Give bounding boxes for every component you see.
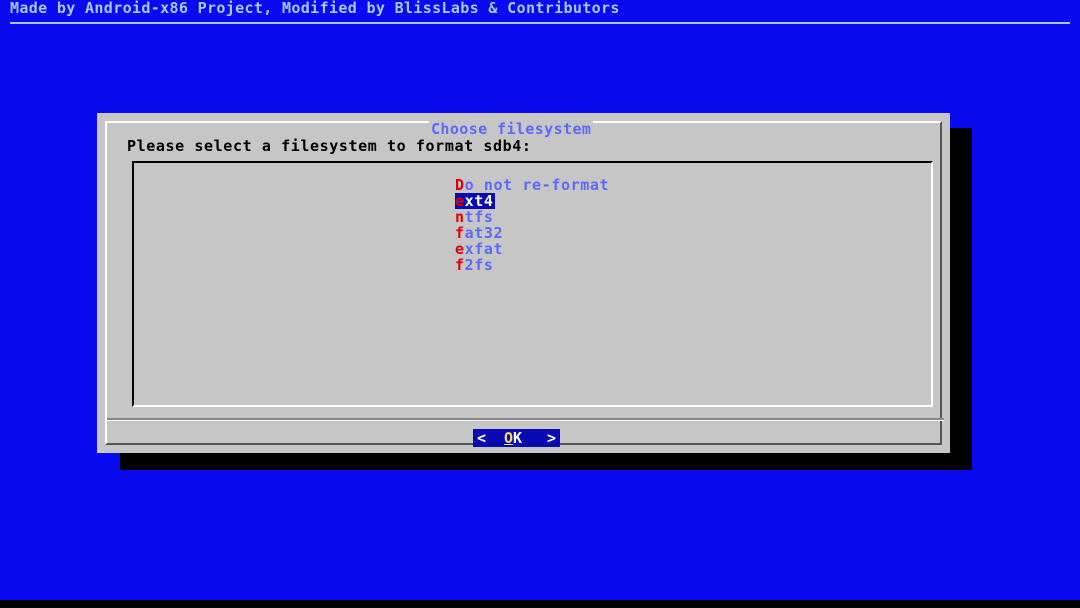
- ok-button[interactable]: < OK >: [473, 429, 560, 447]
- ok-button-hotkey: O: [504, 429, 514, 447]
- ok-button-label: OK: [504, 429, 522, 447]
- menu-item-do-not-reformat[interactable]: Do not re-format: [455, 177, 610, 193]
- installer-screen: Made by Android-x86 Project, Modified by…: [0, 0, 1080, 600]
- button-separator: [107, 418, 944, 421]
- backtitle-divider: [10, 22, 1070, 24]
- choose-filesystem-dialog: Choose filesystem Please select a filesy…: [97, 113, 950, 453]
- button-left-bracket: <: [477, 429, 487, 447]
- dialog-frame: Choose filesystem Please select a filesy…: [105, 120, 944, 447]
- bottom-strip: [0, 600, 1080, 608]
- backtitle: Made by Android-x86 Project, Modified by…: [10, 0, 620, 17]
- menu-item-label: 2fs: [464, 256, 494, 274]
- filesystem-menu: Do not re-format ext4 ntfs fat32 exfat f…: [455, 177, 610, 273]
- menu-item-f2fs[interactable]: f2fs: [455, 257, 610, 273]
- dialog-title: Choose filesystem: [429, 120, 594, 138]
- menu-item-fat32[interactable]: fat32: [455, 225, 610, 241]
- menu-item-ntfs[interactable]: ntfs: [455, 209, 610, 225]
- filesystem-list: Do not re-format ext4 ntfs fat32 exfat f…: [132, 161, 933, 407]
- dialog-prompt: Please select a filesystem to format sdb…: [127, 137, 532, 155]
- menu-item-hotkey: f: [455, 256, 465, 274]
- ok-button-label-rest: K: [513, 429, 523, 447]
- menu-item-ext4[interactable]: ext4: [455, 193, 610, 209]
- menu-item-exfat[interactable]: exfat: [455, 241, 610, 257]
- button-right-bracket: >: [546, 429, 556, 447]
